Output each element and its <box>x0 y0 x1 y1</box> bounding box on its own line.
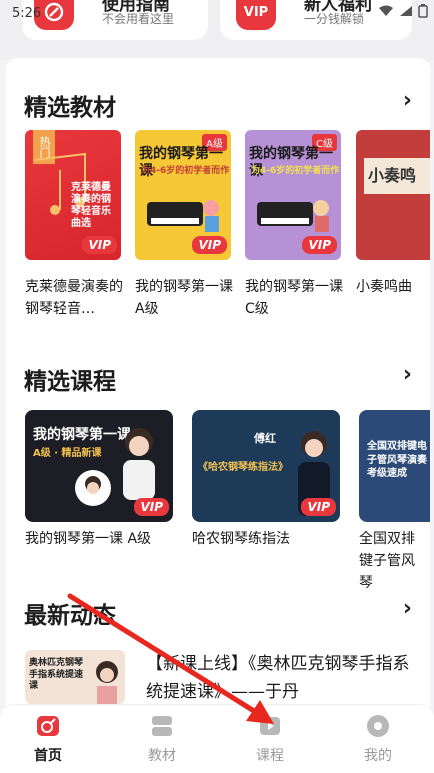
content-panel: 精选教材 › 热门 克莱德曼演奏的钢琴轻音乐曲选 VIP A级 我的钢琴第一课 … <box>6 58 430 773</box>
profile-icon <box>367 715 389 737</box>
nav-courses[interactable]: 课程 <box>230 713 310 765</box>
course-caption-2[interactable]: 哈农钢琴练指法 <box>192 528 290 550</box>
course-caption-1[interactable]: 我的钢琴第一课 A级 <box>25 528 151 550</box>
cover-subtitle: 为4-6岁的初学者而作 <box>141 166 230 176</box>
textbook-cover-1[interactable]: 热门 克莱德曼演奏的钢琴轻音乐曲选 VIP <box>25 130 121 260</box>
news-thumb-text: 奥林匹克钢琴手指系统提速课 <box>29 658 84 692</box>
textbook-caption-2[interactable]: 我的钢琴第一课A级 <box>135 276 235 320</box>
textbook-caption-4[interactable]: 小奏鸣曲 <box>356 276 430 298</box>
guide-card[interactable]: 使用指南 不会用看这里 <box>22 0 208 40</box>
vip-badge: VIP <box>302 236 337 254</box>
news-thumbnail[interactable]: 奥林匹克钢琴手指系统提速课 <box>25 650 125 704</box>
status-time: 5:26 <box>12 6 42 21</box>
course-cover-3[interactable]: 全国双排键电子管风琴演奏考级速成 <box>359 410 430 522</box>
textbook-cover-4[interactable]: 小奏鸣 <box>356 130 430 260</box>
textbook-cover-3[interactable]: C级 我的钢琴第一课 为4-6岁的初学者而作 VIP <box>245 130 341 260</box>
teacher-name: 傅红 <box>254 432 276 445</box>
vip-icon: VIP <box>236 0 276 30</box>
textbook-cover-2[interactable]: A级 我的钢琴第一课 为4-6岁的初学者而作 VIP <box>135 130 231 260</box>
news-more-chevron-icon[interactable]: › <box>403 596 412 621</box>
guide-subtitle: 不会用看这里 <box>102 12 175 26</box>
textbooks-more-chevron-icon[interactable]: › <box>403 88 412 113</box>
teacher-portrait-2 <box>75 470 111 506</box>
piano-illustration <box>257 200 329 232</box>
course-cover-subtitle: A级 · 精品新课 <box>33 448 102 459</box>
status-icons <box>378 4 428 18</box>
nav-home-label: 首页 <box>34 748 62 764</box>
courses-more-chevron-icon[interactable]: › <box>403 362 412 387</box>
piano-illustration <box>147 200 219 232</box>
home-icon <box>37 716 59 736</box>
cover-title: 小奏鸣 <box>368 166 417 185</box>
top-area: 使用指南 不会用看这里 VIP 新人福利 一分钱解锁 <box>0 0 434 60</box>
vip-badge: VIP <box>134 498 169 516</box>
course-cover-title: 《哈农钢琴练指法》 <box>198 462 288 473</box>
vip-badge: VIP <box>301 498 336 516</box>
nav-textbooks[interactable]: 教材 <box>122 713 202 765</box>
nav-profile[interactable]: 我的 <box>338 713 418 765</box>
course-cover-title: 全国双排键电子管风琴演奏考级速成 <box>367 441 427 479</box>
cover-text: 克莱德曼演奏的钢琴轻音乐曲选 <box>71 182 111 229</box>
course-cover-1[interactable]: 我的钢琴第一课 A级 · 精品新课 VIP <box>25 410 173 522</box>
section-title-textbooks: 精选教材 <box>24 95 116 121</box>
newcomer-subtitle: 一分钱解锁 <box>304 12 365 26</box>
textbook-icon <box>152 716 172 736</box>
play-video-icon <box>260 717 280 735</box>
teacher-portrait <box>96 661 118 704</box>
wifi-icon <box>379 5 393 16</box>
nav-profile-label: 我的 <box>364 748 392 764</box>
section-title-news: 最新动态 <box>24 603 116 629</box>
vip-badge: VIP <box>82 236 117 254</box>
nav-textbooks-label: 教材 <box>148 748 176 764</box>
section-title-courses: 精选课程 <box>24 369 116 395</box>
signal-icon <box>400 6 412 16</box>
nav-home[interactable]: 首页 <box>8 713 88 765</box>
nav-courses-label: 课程 <box>256 748 284 764</box>
bottom-nav: 首页 教材 课程 我的 <box>0 704 434 773</box>
battery-icon <box>418 4 428 18</box>
cover-subtitle: 为4-6岁的初学者而作 <box>251 166 340 176</box>
textbook-caption-3[interactable]: 我的钢琴第一课C级 <box>245 276 345 320</box>
course-caption-3[interactable]: 全国双排键子管风琴 <box>359 528 425 594</box>
vip-badge: VIP <box>192 236 227 254</box>
textbook-caption-1[interactable]: 克莱德曼演奏的钢琴轻音… <box>25 276 125 320</box>
news-headline[interactable]: 【新课上线】《奥林匹克钢琴手指系统提速课》——于丹 <box>146 650 416 706</box>
course-cover-2[interactable]: 傅红 《哈农钢琴练指法》 VIP <box>192 410 340 522</box>
